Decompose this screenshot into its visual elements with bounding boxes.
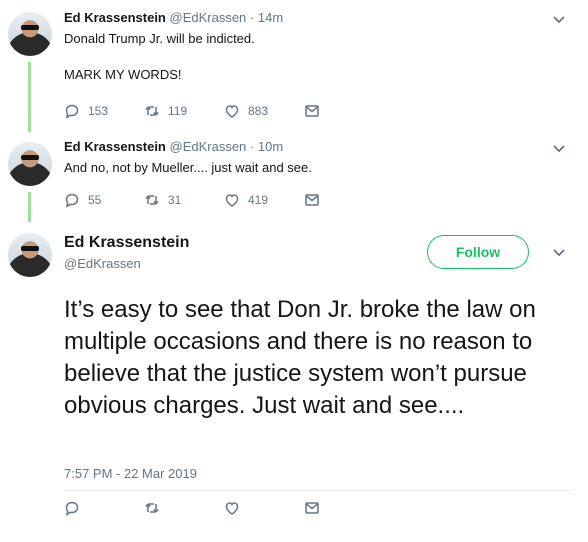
retweet-button[interactable] bbox=[144, 500, 224, 516]
reply-count: 55 bbox=[88, 193, 102, 207]
chevron-down-icon[interactable] bbox=[552, 13, 566, 27]
retweet-icon bbox=[145, 106, 159, 116]
message-button[interactable] bbox=[304, 192, 384, 208]
tweet-2[interactable]: Ed Krassenstein @EdKrassen · 10m And no,… bbox=[64, 139, 568, 177]
tweet-text-line: Donald Trump Jr. will be indicted. bbox=[64, 31, 255, 46]
retweet-icon bbox=[145, 195, 159, 205]
chevron-down-icon[interactable] bbox=[552, 142, 566, 156]
tweet-time[interactable]: · 14m bbox=[250, 10, 283, 25]
author-handle[interactable]: @EdKrassen bbox=[170, 139, 247, 154]
like-button[interactable] bbox=[224, 500, 304, 516]
avatar[interactable] bbox=[8, 233, 52, 277]
tweet-actions: 153 119 883 bbox=[64, 103, 384, 119]
author-handle[interactable]: @EdKrassen bbox=[170, 10, 247, 25]
author-name[interactable]: Ed Krassenstein bbox=[64, 10, 166, 25]
reply-icon bbox=[65, 501, 79, 516]
follow-button[interactable]: Follow bbox=[427, 235, 529, 269]
tweet-text-line: And no, not by Mueller.... just wait and… bbox=[64, 160, 312, 175]
like-icon bbox=[225, 194, 239, 207]
reply-button[interactable]: 153 bbox=[64, 103, 144, 119]
thread-line bbox=[28, 192, 31, 222]
thread-line bbox=[28, 62, 31, 132]
reply-button[interactable] bbox=[64, 500, 144, 516]
main-tweet-text: It’s easy to see that Don Jr. broke the … bbox=[64, 296, 536, 419]
author-name[interactable]: Ed Krassenstein bbox=[64, 139, 166, 154]
like-button[interactable]: 419 bbox=[224, 192, 304, 208]
chevron-down-icon[interactable] bbox=[552, 246, 566, 260]
message-button[interactable] bbox=[304, 500, 384, 516]
tweet-time[interactable]: · 10m bbox=[250, 139, 283, 154]
main-tweet-actions bbox=[64, 500, 384, 516]
tweet-text-line: MARK MY WORDS! bbox=[64, 67, 182, 82]
like-button[interactable]: 883 bbox=[224, 103, 304, 119]
retweet-button[interactable]: 31 bbox=[144, 192, 224, 208]
retweet-button[interactable]: 119 bbox=[144, 103, 224, 119]
avatar[interactable] bbox=[8, 142, 52, 186]
tweet-1[interactable]: Ed Krassenstein @EdKrassen · 14m Donald … bbox=[64, 10, 568, 84]
message-icon bbox=[305, 105, 319, 117]
retweet-count: 119 bbox=[168, 104, 188, 118]
like-icon bbox=[225, 502, 239, 515]
retweet-count: 31 bbox=[168, 193, 182, 207]
tweet-actions: 55 31 419 bbox=[64, 192, 384, 208]
divider bbox=[64, 490, 572, 491]
tweet-timestamp[interactable]: 7:57 PM - 22 Mar 2019 bbox=[64, 466, 197, 481]
avatar[interactable] bbox=[8, 12, 52, 56]
reply-button[interactable]: 55 bbox=[64, 192, 144, 208]
reply-icon bbox=[65, 104, 79, 119]
message-button[interactable] bbox=[304, 103, 384, 119]
like-icon bbox=[225, 105, 239, 118]
reply-count: 153 bbox=[88, 104, 109, 118]
message-icon bbox=[305, 194, 319, 206]
retweet-icon bbox=[145, 503, 159, 513]
like-count: 419 bbox=[248, 193, 269, 207]
like-count: 883 bbox=[248, 104, 269, 118]
message-icon bbox=[305, 502, 319, 514]
reply-icon bbox=[65, 193, 79, 208]
